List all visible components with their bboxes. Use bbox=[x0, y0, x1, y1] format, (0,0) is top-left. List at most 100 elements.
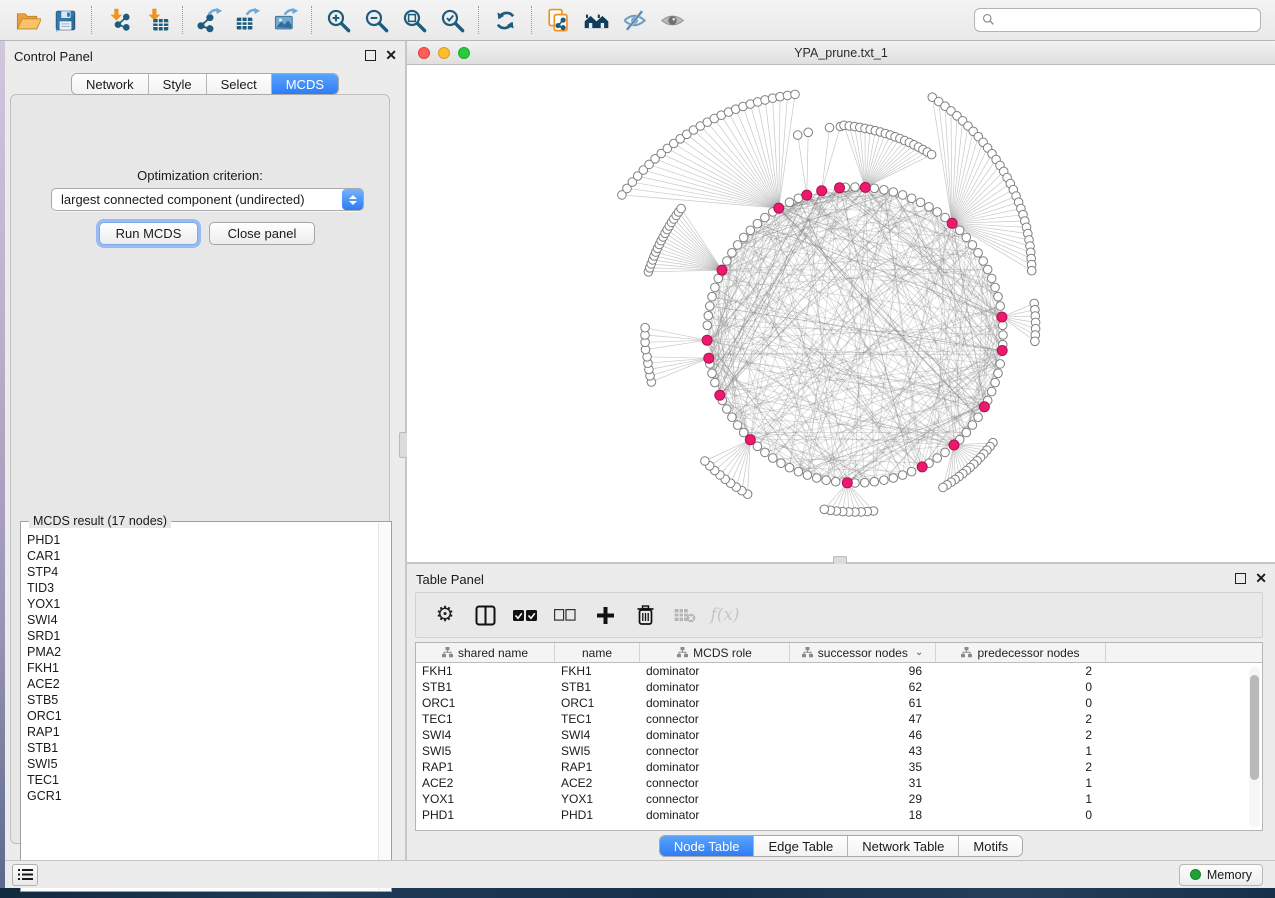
table-row[interactable]: ORC1ORC1dominator610 bbox=[416, 695, 1262, 711]
table-cell: ORC1 bbox=[555, 695, 640, 711]
tab-node-table[interactable]: Node Table bbox=[660, 836, 755, 856]
table-row[interactable]: RAP1RAP1dominator352 bbox=[416, 759, 1262, 775]
column-layout-button[interactable] bbox=[470, 599, 500, 631]
close-panel-icon[interactable]: ✕ bbox=[385, 48, 397, 63]
select-all-rows-button[interactable] bbox=[510, 599, 540, 631]
tab-mcds[interactable]: MCDS bbox=[272, 74, 338, 94]
zoom-fit-button[interactable] bbox=[395, 3, 433, 37]
mcds-result-node[interactable]: PMA2 bbox=[27, 644, 377, 660]
mcds-result-node[interactable]: SWI5 bbox=[27, 756, 377, 772]
mcds-result-node[interactable]: PHD1 bbox=[27, 532, 377, 548]
tab-style[interactable]: Style bbox=[149, 74, 207, 94]
import-table-icon bbox=[143, 7, 170, 34]
table-row[interactable]: FKH1FKH1dominator962 bbox=[416, 663, 1262, 679]
mcds-result-node[interactable]: CAR1 bbox=[27, 548, 377, 564]
mcds-result-scrollbar[interactable] bbox=[378, 523, 390, 890]
clone-network-button[interactable] bbox=[539, 3, 577, 37]
hide-selected-button[interactable] bbox=[615, 3, 653, 37]
mcds-result-node[interactable]: YOX1 bbox=[27, 596, 377, 612]
criterion-select-value: largest connected component (undirected) bbox=[52, 192, 342, 207]
refresh-icon bbox=[492, 7, 519, 34]
tab-edge-table[interactable]: Edge Table bbox=[754, 836, 848, 856]
table-row[interactable]: PHD1PHD1dominator180 bbox=[416, 807, 1262, 823]
tab-motifs[interactable]: Motifs bbox=[959, 836, 1022, 856]
table-cell: 43 bbox=[790, 743, 936, 759]
save-session-button[interactable] bbox=[46, 3, 84, 37]
mcds-result-node[interactable]: SWI4 bbox=[27, 612, 377, 628]
table-cell: 0 bbox=[936, 807, 1106, 823]
table-cell: 2 bbox=[936, 711, 1106, 727]
table-cell: 2 bbox=[936, 663, 1106, 679]
mcds-result-node[interactable]: STB5 bbox=[27, 692, 377, 708]
zoom-in-button[interactable] bbox=[319, 3, 357, 37]
open-file-icon bbox=[14, 7, 41, 34]
mcds-result-node[interactable]: GCR1 bbox=[27, 788, 377, 804]
network-graph[interactable] bbox=[407, 65, 1275, 562]
float-table-panel-icon[interactable] bbox=[1235, 573, 1246, 584]
table-row[interactable]: STB1STB1dominator620 bbox=[416, 679, 1262, 695]
table-cell: 61 bbox=[790, 695, 936, 711]
table-cell: 1 bbox=[936, 743, 1106, 759]
zoom-out-button[interactable] bbox=[357, 3, 395, 37]
tab-network[interactable]: Network bbox=[72, 74, 149, 94]
mcds-result-node[interactable]: ACE2 bbox=[27, 676, 377, 692]
mcds-result-node[interactable]: FKH1 bbox=[27, 660, 377, 676]
close-panel-button[interactable]: Close panel bbox=[209, 222, 315, 245]
delete-column-button[interactable] bbox=[630, 599, 660, 631]
mcds-result-node[interactable]: TID3 bbox=[27, 580, 377, 596]
export-image-button[interactable] bbox=[266, 3, 304, 37]
open-file-button[interactable] bbox=[8, 3, 46, 37]
column-header-successor-nodes[interactable]: successor nodes⌄ bbox=[790, 643, 936, 662]
search-icon bbox=[982, 13, 995, 26]
table-scrollbar-thumb[interactable] bbox=[1250, 675, 1259, 780]
float-panel-icon[interactable] bbox=[365, 50, 376, 61]
function-icon: f(x) bbox=[710, 605, 739, 625]
add-column-button[interactable] bbox=[590, 599, 620, 631]
table-scrollbar[interactable] bbox=[1249, 667, 1260, 827]
show-all-button[interactable] bbox=[653, 3, 691, 37]
mcds-result-node[interactable]: TEC1 bbox=[27, 772, 377, 788]
column-header-predecessor-nodes[interactable]: predecessor nodes bbox=[936, 643, 1106, 662]
table-cell: RAP1 bbox=[555, 759, 640, 775]
run-mcds-button[interactable]: Run MCDS bbox=[99, 222, 198, 245]
first-neighbors-button[interactable] bbox=[577, 3, 615, 37]
export-network-button[interactable] bbox=[190, 3, 228, 37]
table-cell: TEC1 bbox=[416, 711, 555, 727]
close-table-panel-icon[interactable]: ✕ bbox=[1255, 571, 1267, 586]
column-header-MCDS-role[interactable]: MCDS role bbox=[640, 643, 790, 662]
import-table-button[interactable] bbox=[137, 3, 175, 37]
export-table-button[interactable] bbox=[228, 3, 266, 37]
table-row[interactable]: TEC1TEC1connector472 bbox=[416, 711, 1262, 727]
zoom-selected-button[interactable] bbox=[433, 3, 471, 37]
mcds-result-node[interactable]: ORC1 bbox=[27, 708, 377, 724]
table-settings-button[interactable]: ⚙ bbox=[430, 599, 460, 631]
zoom-out-icon bbox=[363, 7, 390, 34]
refresh-button[interactable] bbox=[486, 3, 524, 37]
criterion-select[interactable]: largest connected component (undirected) bbox=[51, 188, 364, 211]
table-row[interactable]: SWI5SWI5connector431 bbox=[416, 743, 1262, 759]
table-cell: dominator bbox=[640, 663, 790, 679]
mcds-result-node[interactable]: STB1 bbox=[27, 740, 377, 756]
column-header-name[interactable]: name bbox=[555, 643, 640, 662]
mcds-result-list[interactable]: PHD1CAR1STP4TID3YOX1SWI4SRD1PMA2FKH1ACE2… bbox=[27, 532, 377, 887]
tab-network-table[interactable]: Network Table bbox=[848, 836, 959, 856]
tab-select[interactable]: Select bbox=[207, 74, 272, 94]
memory-button[interactable]: Memory bbox=[1179, 864, 1263, 886]
table-cell: 1 bbox=[936, 791, 1106, 807]
mcds-result-node[interactable]: RAP1 bbox=[27, 724, 377, 740]
deselect-all-rows-button[interactable] bbox=[550, 599, 580, 631]
task-history-button[interactable] bbox=[12, 864, 38, 886]
table-row[interactable]: YOX1YOX1connector291 bbox=[416, 791, 1262, 807]
list-icon bbox=[18, 868, 33, 881]
mcds-result-node[interactable]: SRD1 bbox=[27, 628, 377, 644]
table-cell: connector bbox=[640, 791, 790, 807]
mcds-result-node[interactable]: STP4 bbox=[27, 564, 377, 580]
table-cell: ACE2 bbox=[416, 775, 555, 791]
column-header-shared-name[interactable]: shared name bbox=[416, 643, 555, 662]
table-cell: 18 bbox=[790, 807, 936, 823]
table-row[interactable]: ACE2ACE2connector311 bbox=[416, 775, 1262, 791]
import-network-button[interactable] bbox=[99, 3, 137, 37]
delete-table-icon bbox=[674, 608, 696, 623]
table-row[interactable]: SWI4SWI4dominator462 bbox=[416, 727, 1262, 743]
search-input[interactable] bbox=[974, 8, 1261, 32]
